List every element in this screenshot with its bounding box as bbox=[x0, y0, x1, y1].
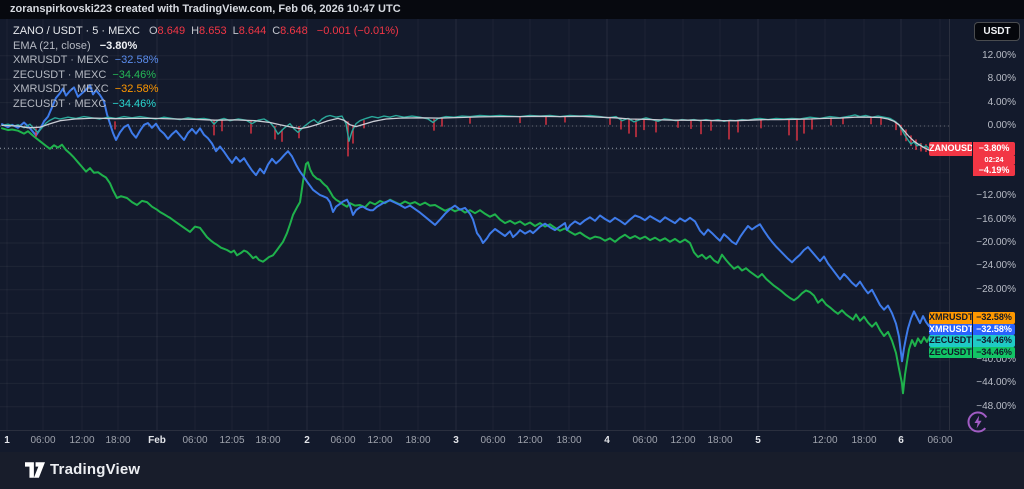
price-tick: −20.00% bbox=[976, 237, 1016, 248]
tradingview-logo-icon bbox=[25, 462, 45, 478]
footer-bar: TradingView bbox=[0, 452, 1024, 489]
legend-symbol-row[interactable]: ZANO / USDT · 5 · MEXC O8.649H8.653L8.64… bbox=[13, 24, 399, 39]
legend-compare-row[interactable]: ZECUSDT · MEXC −34.46% bbox=[13, 68, 399, 83]
time-tick: 18:00 bbox=[851, 435, 876, 446]
price-label-value: −4.19% bbox=[973, 164, 1015, 176]
compare-change-value: −34.46% bbox=[112, 69, 156, 81]
price-label-value: −34.46% bbox=[973, 347, 1015, 359]
compare-change-value: −32.58% bbox=[115, 83, 159, 95]
change-value: −0.001 (−0.01%) bbox=[317, 25, 399, 37]
currency-toggle-button[interactable]: USDT bbox=[974, 22, 1020, 41]
price-label-symbol: ZANOUSDT bbox=[929, 142, 972, 156]
legend-ema-row[interactable]: EMA (21, close) −3.80% bbox=[13, 39, 399, 54]
price-label-symbol: ZECUSDT bbox=[929, 335, 972, 347]
price-label-value: −32.58% bbox=[973, 324, 1015, 336]
price-tick: −16.00% bbox=[976, 214, 1016, 225]
time-tick: 06:00 bbox=[30, 435, 55, 446]
time-tick: 12:00 bbox=[367, 435, 392, 446]
flash-icon[interactable] bbox=[965, 409, 991, 435]
time-tick: 18:00 bbox=[105, 435, 130, 446]
time-tick: 12:00 bbox=[670, 435, 695, 446]
time-tick: 4 bbox=[604, 435, 610, 446]
time-tick: 06:00 bbox=[480, 435, 505, 446]
legend-compare-row[interactable]: XMRUSDT · MEXC −32.58% bbox=[13, 82, 399, 97]
ema-label: EMA (21, close) bbox=[13, 40, 91, 52]
time-tick: 06:00 bbox=[927, 435, 952, 446]
time-tick: 1 bbox=[4, 435, 10, 446]
price-tick: 4.00% bbox=[988, 97, 1016, 108]
price-tick: 8.00% bbox=[988, 73, 1016, 84]
export-title: zoranspirkovski223 created with TradingV… bbox=[10, 3, 401, 15]
ohlc-values: O8.649H8.653L8.644C8.648 bbox=[143, 25, 308, 37]
export-header: zoranspirkovski223 created with TradingV… bbox=[0, 0, 1024, 19]
price-label-value: −34.46% bbox=[973, 335, 1015, 347]
time-tick: 5 bbox=[755, 435, 761, 446]
ema-value: −3.80% bbox=[100, 40, 138, 52]
chart-region: ZANO / USDT · 5 · MEXC O8.649H8.653L8.64… bbox=[0, 19, 1024, 452]
time-tick: 18:00 bbox=[556, 435, 581, 446]
ohlc-value: 8.653 bbox=[199, 25, 227, 37]
ohlc-key: C bbox=[272, 25, 280, 37]
time-tick: Feb bbox=[148, 435, 166, 446]
tradingview-export-window: zoranspirkovski223 created with TradingV… bbox=[0, 0, 1024, 489]
price-tick: −44.00% bbox=[976, 377, 1016, 388]
time-tick: 18:00 bbox=[707, 435, 732, 446]
price-label-value: −32.58% bbox=[973, 312, 1015, 324]
legend-compare-row[interactable]: ZECUSDT · MEXC −34.46% bbox=[13, 97, 399, 112]
time-tick: 12:00 bbox=[69, 435, 94, 446]
price-label-symbol: ZECUSDT bbox=[929, 347, 972, 359]
compare-symbol-label: XMRUSDT · MEXC bbox=[13, 54, 109, 66]
symbol-title: ZANO / USDT · 5 · MEXC bbox=[13, 25, 140, 37]
time-tick: 6 bbox=[898, 435, 904, 446]
compare-change-value: −32.58% bbox=[115, 54, 159, 66]
price-tick: −24.00% bbox=[976, 260, 1016, 271]
time-tick: 12:00 bbox=[812, 435, 837, 446]
legend-compare-rows: XMRUSDT · MEXC −32.58% ZECUSDT · MEXC −34.4… bbox=[13, 53, 399, 111]
time-tick: 12:00 bbox=[517, 435, 542, 446]
time-tick: 06:00 bbox=[632, 435, 657, 446]
ohlc-key: H bbox=[191, 25, 199, 37]
price-axis[interactable]: USDT 12.00% 8.00% 4.00% 0.00% −12.00% −16.00%… bbox=[949, 19, 1024, 430]
legend-compare-row[interactable]: XMRUSDT · MEXC −32.58% bbox=[13, 53, 399, 68]
compare-symbol-label: ZECUSDT · MEXC bbox=[13, 98, 106, 110]
ohlc-value: 8.649 bbox=[158, 25, 186, 37]
time-tick: 12:05 bbox=[219, 435, 244, 446]
compare-symbol-label: XMRUSDT · MEXC bbox=[13, 83, 109, 95]
ohlc-value: 8.648 bbox=[280, 25, 308, 37]
time-tick: 18:00 bbox=[255, 435, 280, 446]
price-label-value: −3.80% bbox=[973, 142, 1015, 156]
price-label-symbol: XMRUSDT bbox=[929, 324, 972, 336]
price-tick: 0.00% bbox=[988, 120, 1016, 131]
ohlc-value: 8.644 bbox=[239, 25, 267, 37]
time-tick: 06:00 bbox=[182, 435, 207, 446]
tradingview-wordmark: TradingView bbox=[50, 461, 140, 478]
time-tick: 06:00 bbox=[330, 435, 355, 446]
price-tick: 12.00% bbox=[982, 50, 1016, 61]
price-tick: −28.00% bbox=[976, 284, 1016, 295]
time-tick: 3 bbox=[453, 435, 459, 446]
compare-symbol-label: ZECUSDT · MEXC bbox=[13, 69, 106, 81]
price-label-countdown: 02:24 bbox=[973, 156, 1015, 165]
time-axis[interactable]: 1 06:00 12:00 18:00 Feb 06:00 12:05 18:00 2 06:00… bbox=[0, 430, 1024, 452]
compare-change-value: −34.46% bbox=[112, 98, 156, 110]
price-tick: −12.00% bbox=[976, 190, 1016, 201]
time-tick: 2 bbox=[304, 435, 310, 446]
chart-legend: ZANO / USDT · 5 · MEXC O8.649H8.653L8.64… bbox=[13, 24, 399, 111]
time-tick: 18:00 bbox=[405, 435, 430, 446]
ohlc-key: O bbox=[149, 25, 158, 37]
price-label-symbol: XMRUSDT bbox=[929, 312, 972, 324]
